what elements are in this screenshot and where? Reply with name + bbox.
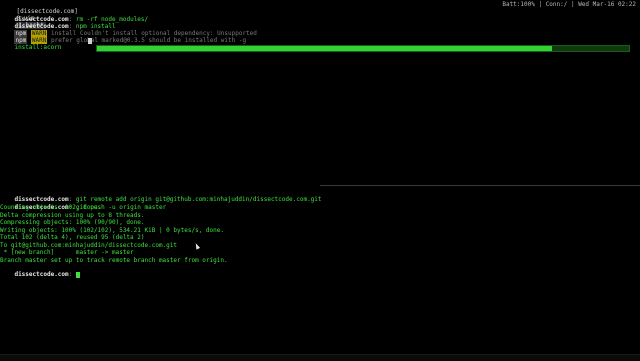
status-right: Batt:100% | Conn:/ | Wed Mar-16 02:22 xyxy=(502,1,636,8)
terminal-pane-bottom[interactable]: dissectcode.com: git remote add origin g… xyxy=(0,189,640,354)
progress-fill xyxy=(97,46,552,51)
npm-warn-line: npm WARN install Couldn't install option… xyxy=(0,23,257,37)
pane-divider[interactable] xyxy=(320,185,640,186)
install-status: install:acorn xyxy=(14,44,62,51)
install-progress-bar xyxy=(96,45,630,52)
output-line: To git@github.com:minhajuddin/dissectcod… xyxy=(0,241,178,249)
prompt-line: dissectcode.com: npm install xyxy=(0,16,115,30)
output-line: Writing objects: 100% (102/102), 534.21 … xyxy=(0,226,224,234)
output-line: Counting objects: 102, done. xyxy=(0,204,102,211)
tmux-status-bar: [dissectcode.com] 0:vim- 1:bash* Batt:10… xyxy=(0,0,640,29)
output-line: Compressing objects: 100% (90/90), done. xyxy=(0,219,145,226)
tmux-window-list: [dissectcode.com] 0:vim- 1:bash* xyxy=(2,1,78,29)
warn-message: prefer global marked@0.3.5 should be ins… xyxy=(47,37,247,44)
install-line: install:acorn xyxy=(0,37,61,51)
output-line: * [new branch] master -> master xyxy=(0,249,134,256)
terminal-cursor xyxy=(88,38,92,44)
prompt-line: dissectcode.com: git push -u origin mast… xyxy=(0,197,166,211)
terminal-pane-top[interactable]: dissectcode.com: rm -rf node_modules/ di… xyxy=(0,9,640,185)
output-line: Delta compression using up to 8 threads. xyxy=(0,211,145,219)
prompt-host: dissectcode.com xyxy=(14,271,69,278)
output-line: Branch master set up to track remote bra… xyxy=(0,256,228,264)
prompt-line: dissectcode.com: xyxy=(0,264,80,278)
output-line: Total 102 (delta 4), reused 95 (delta 2) xyxy=(0,234,145,241)
prompt-line: dissectcode.com: git remote add origin g… xyxy=(0,189,321,203)
npm-warn-line: npm WARN prefer global marked@0.3.5 shou… xyxy=(0,30,246,44)
terminal-cursor xyxy=(75,271,80,278)
prompt-line: dissectcode.com: rm -rf node_modules/ xyxy=(0,9,148,23)
